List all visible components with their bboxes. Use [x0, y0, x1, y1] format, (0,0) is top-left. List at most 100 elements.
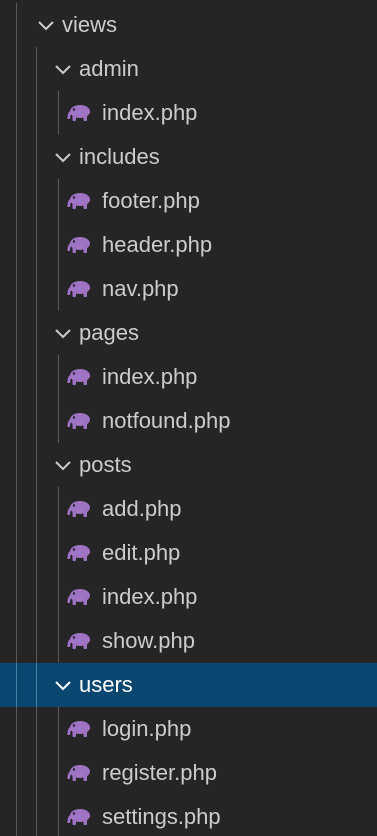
file-label: show.php	[102, 628, 195, 653]
chevron-down-icon[interactable]	[53, 146, 73, 168]
indent-guide	[36, 795, 37, 836]
indent-guide	[36, 443, 37, 487]
folder-includes[interactable]: includes	[0, 135, 377, 179]
file-users-settings[interactable]: settings.php	[0, 795, 377, 836]
folder-label: users	[79, 672, 133, 697]
indent-guide	[16, 663, 17, 707]
file-posts-index[interactable]: index.php	[0, 575, 377, 619]
php-elephant-icon	[66, 720, 92, 738]
indent-guide	[16, 531, 17, 575]
indent-guide	[36, 399, 37, 443]
indent-guide	[16, 795, 17, 836]
php-elephant-icon	[66, 588, 92, 606]
folder-label: admin	[79, 56, 139, 81]
indent-guide	[58, 91, 59, 135]
indent-guide	[16, 443, 17, 487]
file-label: add.php	[102, 496, 182, 521]
file-pages-notfound[interactable]: notfound.php	[0, 399, 377, 443]
indent-guide	[36, 47, 37, 91]
indent-guide	[16, 619, 17, 663]
indent-guide	[36, 575, 37, 619]
indent-guide	[16, 575, 17, 619]
indent-guide	[16, 179, 17, 223]
php-elephant-icon	[66, 368, 92, 386]
indent-guide	[16, 223, 17, 267]
folder-label: posts	[79, 452, 132, 477]
folder-pages[interactable]: pages	[0, 311, 377, 355]
folder-views[interactable]: views	[0, 3, 377, 47]
file-explorer-tree: views admin index.php includes footer.ph…	[0, 0, 377, 836]
indent-guide	[58, 575, 59, 619]
file-label: edit.php	[102, 540, 181, 565]
indent-guide	[36, 663, 37, 707]
indent-guide	[16, 3, 17, 47]
file-label: footer.php	[102, 188, 200, 213]
php-elephant-icon	[66, 808, 92, 826]
indent-guide	[58, 619, 59, 663]
indent-guide	[16, 267, 17, 311]
indent-guide	[16, 399, 17, 443]
file-includes-nav[interactable]: nav.php	[0, 267, 377, 311]
indent-guide	[16, 355, 17, 399]
file-includes-header[interactable]: header.php	[0, 223, 377, 267]
php-elephant-icon	[66, 236, 92, 254]
indent-guide	[58, 707, 59, 751]
php-elephant-icon	[66, 544, 92, 562]
php-elephant-icon	[66, 764, 92, 782]
php-elephant-icon	[66, 632, 92, 650]
indent-guide	[16, 707, 17, 751]
file-label: index.php	[102, 364, 198, 389]
file-label: settings.php	[102, 804, 221, 829]
folder-posts[interactable]: posts	[0, 443, 377, 487]
folder-admin[interactable]: admin	[0, 47, 377, 91]
file-posts-show[interactable]: show.php	[0, 619, 377, 663]
php-elephant-icon	[66, 192, 92, 210]
file-label: login.php	[102, 716, 192, 741]
indent-guide	[58, 531, 59, 575]
file-label: notfound.php	[102, 408, 231, 433]
chevron-down-icon[interactable]	[53, 322, 73, 344]
indent-guide	[36, 135, 37, 179]
file-pages-index[interactable]: index.php	[0, 355, 377, 399]
indent-guide	[36, 179, 37, 223]
indent-guide	[36, 91, 37, 135]
indent-guide	[36, 531, 37, 575]
indent-guide	[58, 751, 59, 795]
file-admin-index[interactable]: index.php	[0, 91, 377, 135]
file-users-login[interactable]: login.php	[0, 707, 377, 751]
indent-guide	[16, 311, 17, 355]
indent-guide	[58, 399, 59, 443]
indent-guide	[36, 267, 37, 311]
file-label: index.php	[102, 584, 198, 609]
chevron-down-icon[interactable]	[53, 454, 73, 476]
file-posts-add[interactable]: add.php	[0, 487, 377, 531]
indent-guide	[36, 751, 37, 795]
indent-guide	[16, 487, 17, 531]
php-elephant-icon	[66, 104, 92, 122]
php-elephant-icon	[66, 500, 92, 518]
indent-guide	[16, 47, 17, 91]
php-elephant-icon	[66, 412, 92, 430]
file-posts-edit[interactable]: edit.php	[0, 531, 377, 575]
file-label: header.php	[102, 232, 213, 257]
indent-guide	[36, 223, 37, 267]
file-includes-footer[interactable]: footer.php	[0, 179, 377, 223]
file-users-register[interactable]: register.php	[0, 751, 377, 795]
php-elephant-icon	[66, 280, 92, 298]
indent-guide	[58, 223, 59, 267]
file-label: nav.php	[102, 276, 179, 301]
indent-guide	[58, 795, 59, 836]
indent-guide	[36, 311, 37, 355]
indent-guide	[58, 179, 59, 223]
indent-guide	[36, 707, 37, 751]
folder-label: pages	[79, 320, 139, 345]
indent-guide	[16, 91, 17, 135]
folder-label: includes	[79, 144, 160, 169]
chevron-down-icon[interactable]	[53, 58, 73, 80]
indent-guide	[16, 751, 17, 795]
indent-guide	[58, 267, 59, 311]
indent-guide	[36, 355, 37, 399]
folder-users[interactable]: users	[0, 663, 377, 707]
chevron-down-icon[interactable]	[36, 14, 56, 36]
chevron-down-icon[interactable]	[53, 674, 73, 696]
